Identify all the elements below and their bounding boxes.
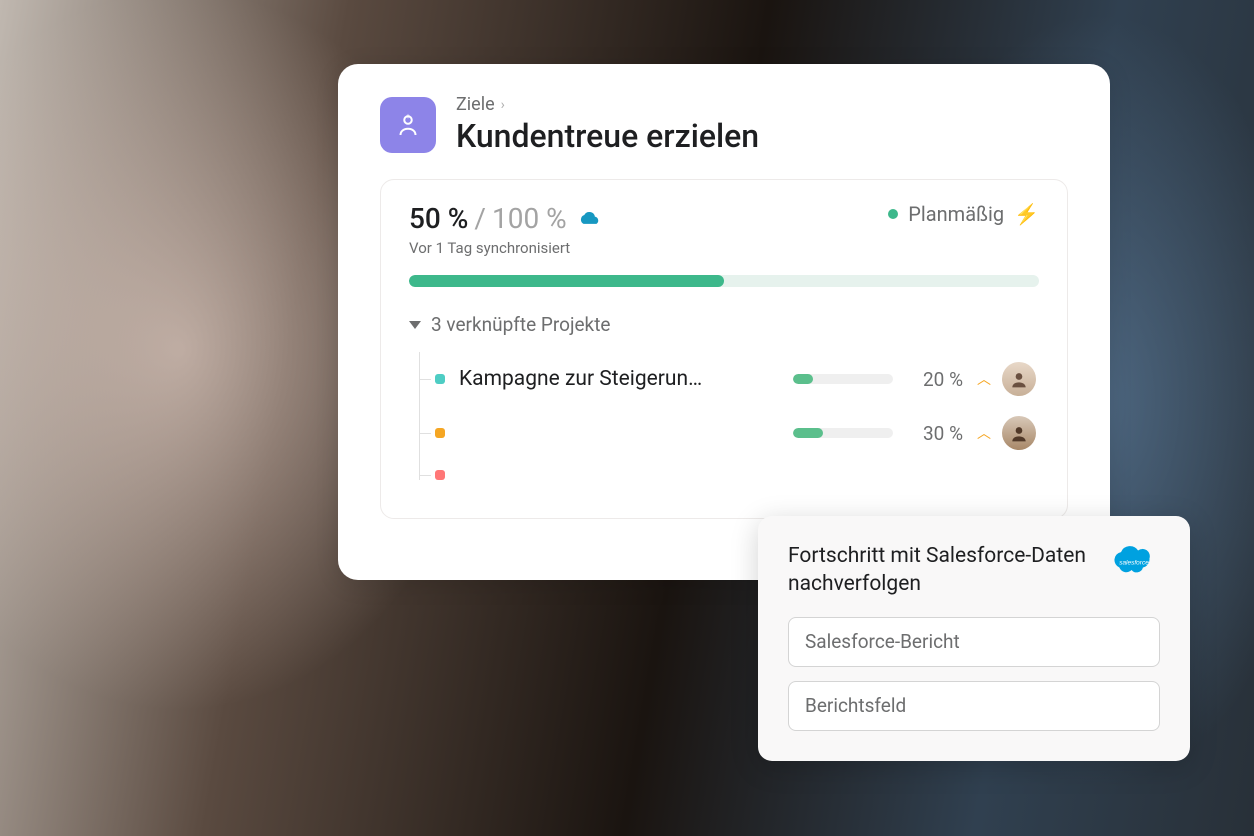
field-placeholder: Salesforce-Bericht [805,630,960,653]
breadcrumb-label: Ziele [456,94,495,115]
chevron-right-icon: › [501,97,505,113]
bolt-icon: ⚡ [1014,202,1039,226]
project-progress-fill [793,428,823,438]
linked-projects-toggle[interactable]: 3 verknüpfte Projekte [409,313,1039,336]
goal-card: Ziele › Kundentreue erzielen 50 % / 100 … [338,64,1110,580]
sync-status-text: Vor 1 Tag synchronisiert [409,239,603,257]
progress-separator: / [474,202,486,235]
field-placeholder: Berichtsfeld [805,694,906,717]
salesforce-popup: Fortschritt mit Salesforce-Daten nachver… [758,516,1190,761]
salesforce-report-input[interactable]: Salesforce-Bericht [788,617,1160,667]
project-status-dot [435,374,445,384]
project-progress-bar [793,428,893,438]
project-percent: 20 % [907,368,963,391]
progress-panel: 50 % / 100 % Vor 1 Tag synchronisiert Pl… [380,179,1068,519]
goal-icon [380,97,436,153]
progress-current: 50 % [409,202,468,235]
status-dot-icon [888,209,898,219]
status-label: Planmäßig [908,202,1004,226]
project-status-dot [435,428,445,438]
project-progress-fill [793,374,813,384]
chevron-up-icon: ︿ [977,423,988,443]
project-progress-bar [793,374,893,384]
breadcrumb[interactable]: Ziele › [456,94,1068,115]
progress-metrics: 50 % / 100 % Vor 1 Tag synchronisiert [409,202,603,257]
main-progress-bar-fill [409,275,724,287]
card-header: Ziele › Kundentreue erzielen [380,94,1068,155]
project-row[interactable]: Kampagne zur Steigerun… 20 % ︿ [409,352,1039,406]
project-row[interactable] [409,460,1039,490]
report-field-input[interactable]: Berichtsfeld [788,681,1160,731]
progress-target: 100 % [492,202,567,235]
chevron-up-icon: ︿ [977,369,988,389]
popup-title: Fortschritt mit Salesforce-Daten nachver… [788,542,1096,599]
caret-down-icon [409,321,421,329]
avatar[interactable] [1002,362,1036,396]
project-percent: 30 % [907,422,963,445]
project-row[interactable]: 30 % ︿ [409,406,1039,460]
status-badge[interactable]: Planmäßig ⚡ [888,202,1039,226]
avatar[interactable] [1002,416,1036,450]
main-progress-bar [409,275,1039,287]
page-title: Kundentreue erzielen [456,117,1068,155]
project-status-dot [435,470,445,480]
salesforce-logo-icon: salesforce [1108,542,1160,580]
linked-projects-label: 3 verknüpfte Projekte [431,313,610,336]
cloud-icon [577,209,603,229]
project-name: Kampagne zur Steigerun… [459,367,779,391]
svg-text:salesforce: salesforce [1119,559,1149,566]
linked-projects-section: 3 verknüpfte Projekte Kampagne zur Steig… [409,313,1039,490]
